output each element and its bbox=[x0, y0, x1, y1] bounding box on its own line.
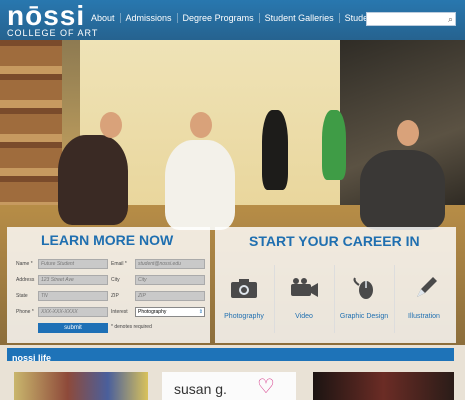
city-field[interactable]: City bbox=[135, 275, 205, 285]
name-label: Name * bbox=[16, 261, 33, 267]
career-video-label: Video bbox=[295, 313, 313, 320]
career-title: START YOUR CAREER IN bbox=[249, 233, 420, 249]
nav-admissions[interactable]: Admissions bbox=[119, 13, 177, 23]
hero-student-left bbox=[58, 135, 128, 225]
state-field[interactable]: TN bbox=[38, 291, 108, 301]
career-panel: START YOUR CAREER IN Photography Video G… bbox=[215, 227, 456, 343]
address-label: Address bbox=[16, 277, 35, 283]
hero-student-right-head bbox=[397, 120, 419, 146]
life-thumbnail-people[interactable] bbox=[313, 372, 454, 400]
logo-wordmark: nōssi bbox=[7, 0, 86, 31]
interest-select[interactable]: Photography ⇕ bbox=[135, 307, 205, 317]
career-video[interactable]: Video bbox=[275, 265, 333, 335]
video-camera-icon bbox=[291, 278, 318, 297]
career-photography-label: Photography bbox=[224, 313, 264, 320]
submit-button[interactable]: submit bbox=[38, 323, 108, 333]
career-photography[interactable]: Photography bbox=[215, 265, 273, 335]
city-label: City bbox=[111, 277, 120, 283]
phone-field[interactable]: XXX-XXX-XXXX bbox=[38, 307, 108, 317]
search-input[interactable]: ⌕ bbox=[366, 12, 456, 26]
career-illustration[interactable]: Illustration bbox=[395, 265, 453, 335]
nav-student-galleries[interactable]: Student Galleries bbox=[258, 13, 339, 23]
susan-g-text: susan g. bbox=[174, 381, 227, 397]
career-illustration-label: Illustration bbox=[408, 313, 440, 320]
learn-more-panel: LEARN MORE NOW Name * Future Student Ema… bbox=[7, 227, 210, 343]
hero-student-center-head bbox=[190, 112, 212, 138]
hero-student-right bbox=[360, 150, 445, 230]
camera-icon bbox=[231, 279, 257, 298]
address-field[interactable]: 123 Street Ave bbox=[38, 275, 108, 285]
hero-student-black bbox=[262, 110, 288, 190]
hero-student-center bbox=[165, 140, 235, 230]
interest-label: Interest bbox=[111, 309, 128, 315]
nossi-life-title: nossi life bbox=[12, 353, 52, 363]
life-thumbnail-art[interactable] bbox=[14, 372, 148, 400]
life-thumbnail-susan-g[interactable]: susan g. ♡ bbox=[162, 372, 296, 400]
nav-degree-programs[interactable]: Degree Programs bbox=[176, 13, 259, 23]
zip-field[interactable]: ZIP bbox=[135, 291, 205, 301]
career-graphic-design-label: Graphic Design bbox=[339, 313, 389, 320]
name-field[interactable]: Future Student bbox=[38, 259, 108, 269]
nav-about[interactable]: About bbox=[86, 13, 120, 23]
interest-select-value: Photography bbox=[138, 309, 167, 315]
hero-bookshelf bbox=[0, 40, 62, 230]
mouse-icon bbox=[353, 277, 373, 299]
main-nav: About Admissions Degree Programs Student… bbox=[86, 13, 398, 23]
phone-label: Phone * bbox=[16, 309, 34, 315]
pink-ribbon-icon: ♡ bbox=[257, 376, 275, 398]
logo-subtitle: COLLEGE OF ART bbox=[7, 28, 99, 38]
search-icon[interactable]: ⌕ bbox=[448, 13, 453, 25]
email-label: Email * bbox=[111, 261, 127, 267]
state-label: State bbox=[16, 293, 28, 299]
hero-student-green bbox=[322, 110, 346, 180]
required-note: * denotes required bbox=[111, 324, 152, 330]
email-field[interactable]: student@nossi.edu bbox=[135, 259, 205, 269]
top-nav-bar: nōssi COLLEGE OF ART About Admissions De… bbox=[0, 0, 465, 40]
college-logo[interactable]: nōssi COLLEGE OF ART bbox=[7, 0, 99, 39]
nossi-life-bar: nossi life bbox=[7, 348, 454, 363]
pen-icon bbox=[417, 277, 437, 297]
select-arrow-icon: ⇕ bbox=[198, 309, 203, 315]
career-graphic-design[interactable]: Graphic Design bbox=[335, 265, 393, 335]
zip-label: ZIP bbox=[111, 293, 119, 299]
learn-more-title: LEARN MORE NOW bbox=[41, 232, 174, 248]
hero-student-left-head bbox=[100, 112, 122, 138]
